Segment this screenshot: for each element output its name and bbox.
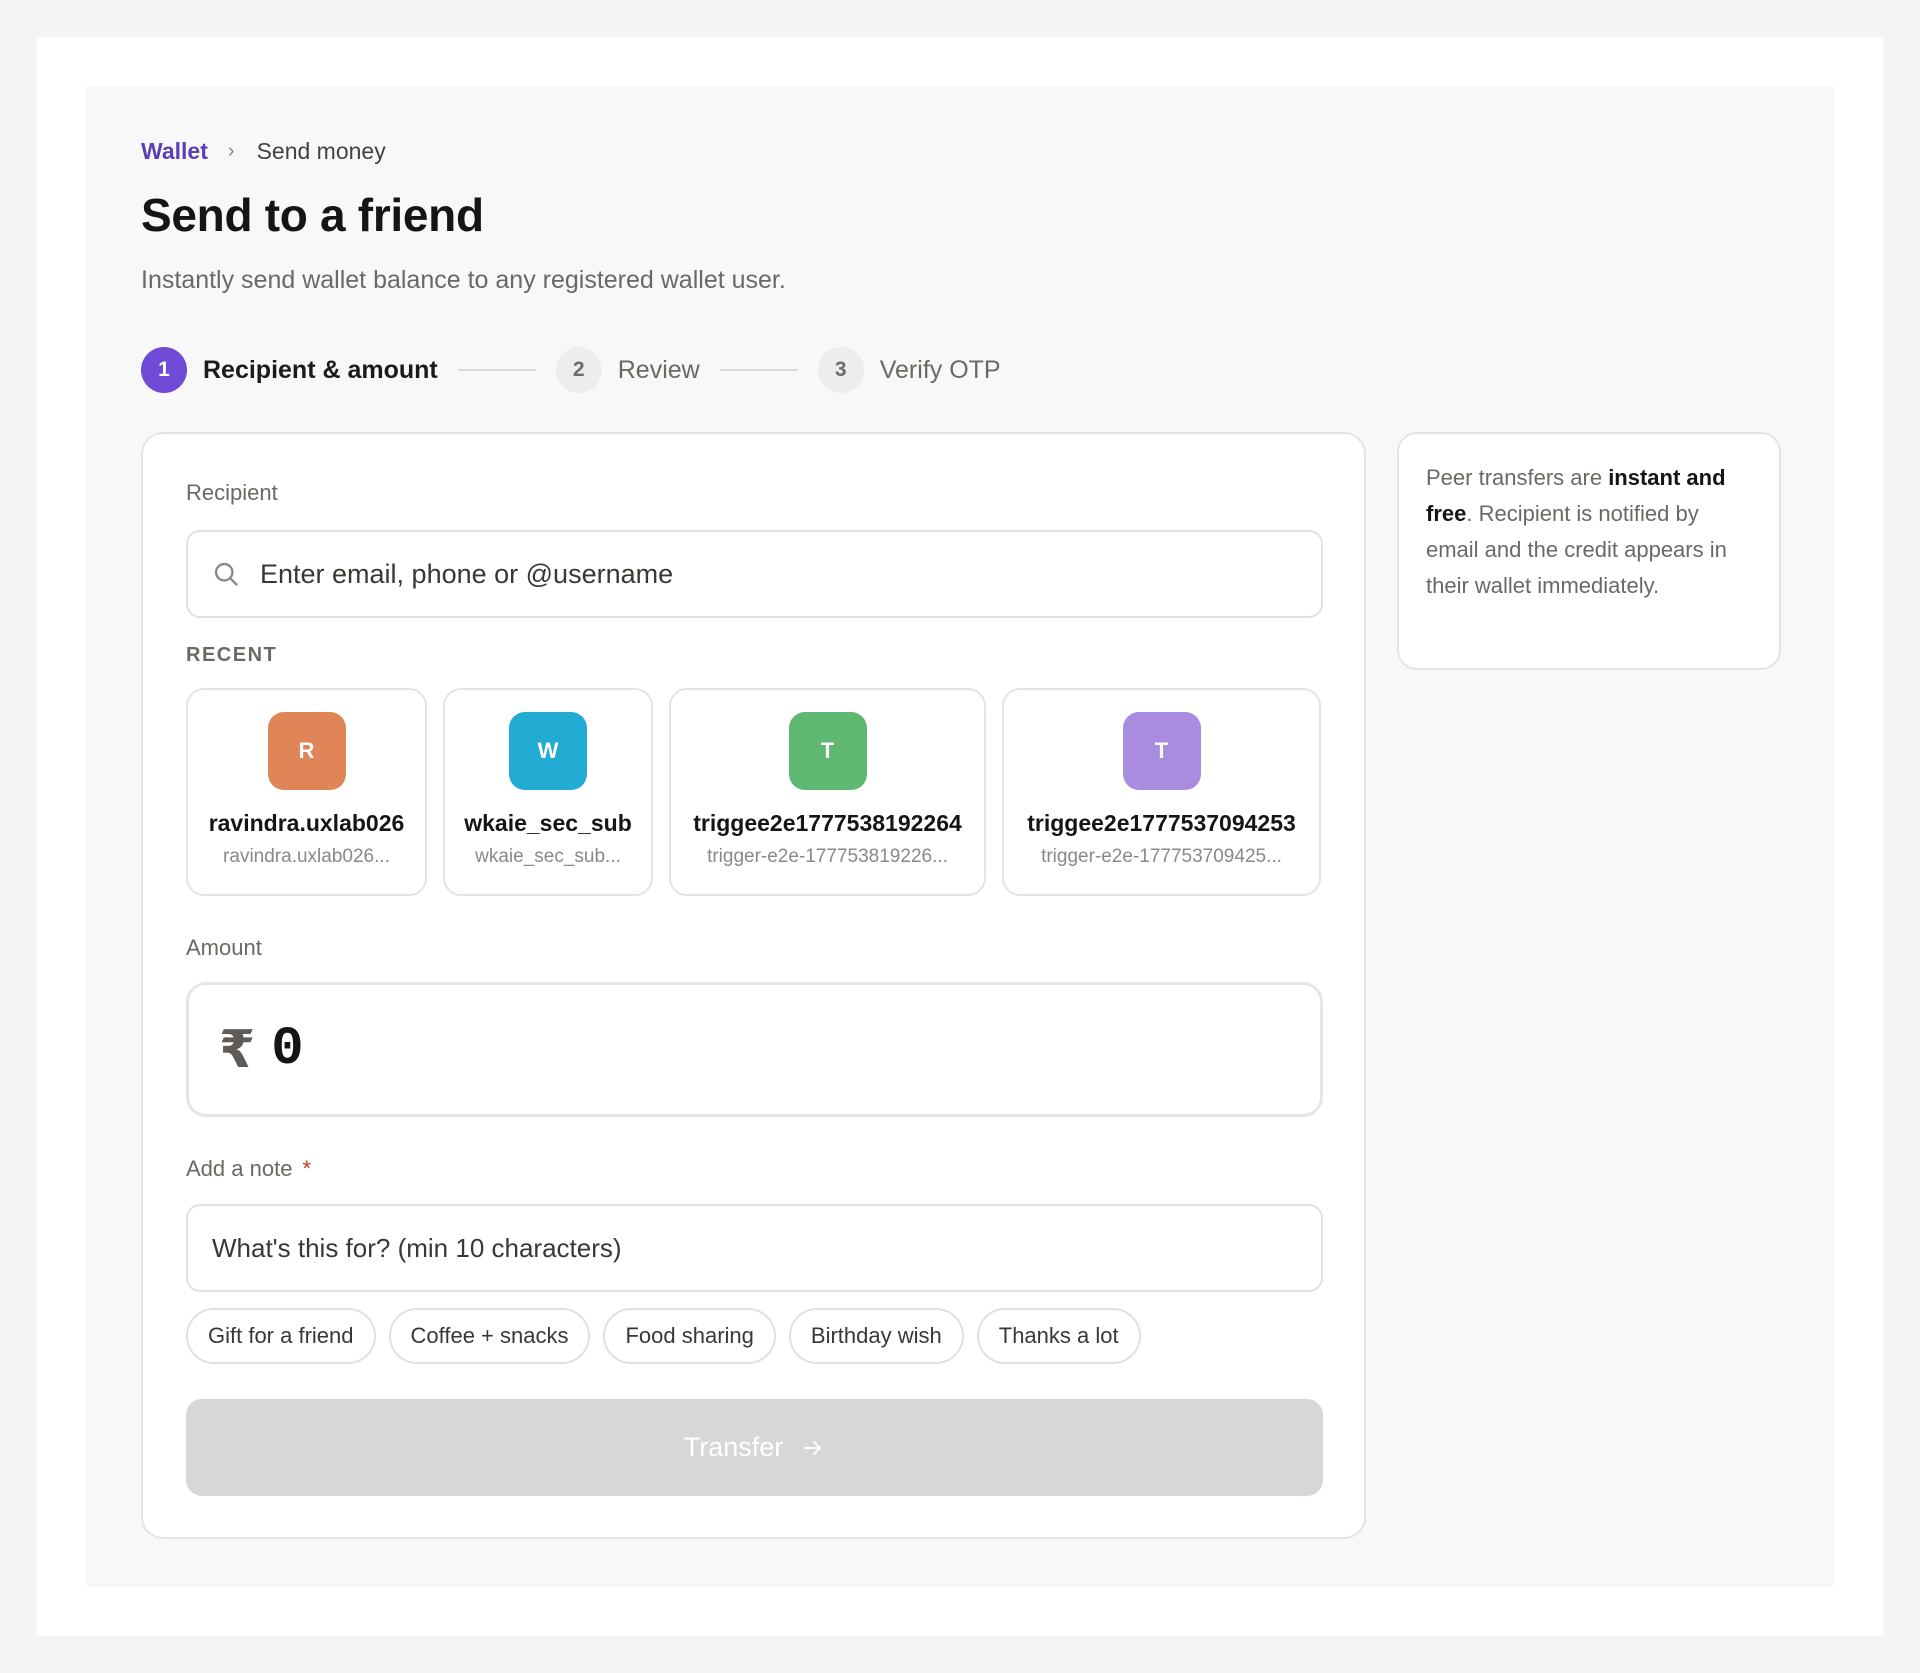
step-label: Recipient & amount [203, 355, 438, 384]
recent-recipient-handle: ravindra.uxlab026... [223, 846, 390, 867]
note-chip[interactable]: Coffee + snacks [388, 1308, 591, 1364]
transfer-button[interactable]: Transfer [186, 1399, 1323, 1496]
page-frame: Wallet › Send money Send to a friend Ins… [37, 37, 1883, 1636]
recent-recipient-card[interactable]: W wkaie_sec_sub wkaie_sec_sub... [443, 688, 653, 896]
page-title: Send to a friend [141, 189, 484, 241]
note-chip[interactable]: Food sharing [603, 1308, 776, 1364]
amount-label: Amount [186, 935, 262, 960]
breadcrumb: Wallet › Send money [141, 134, 386, 168]
recent-recipient-name: triggee2e1777538192264 [693, 810, 962, 836]
content-canvas: Wallet › Send money Send to a friend Ins… [86, 86, 1834, 1587]
avatar: R [267, 712, 346, 790]
page-subtitle: Instantly send wallet balance to any reg… [141, 266, 786, 294]
step-recipient-amount: 1 Recipient & amount [141, 347, 438, 393]
avatar: T [1122, 712, 1201, 790]
recent-recipient-name: ravindra.uxlab026 [208, 810, 405, 836]
avatar: T [788, 712, 867, 790]
transfer-form-card: Recipient RECENT R ravindra.uxlab026 rav… [141, 432, 1366, 1539]
recipient-search-input[interactable] [260, 558, 1321, 590]
recent-recipient-handle: wkaie_sec_sub... [475, 846, 621, 867]
note-label-text: Add a note [186, 1156, 293, 1181]
step-number: 2 [555, 347, 602, 393]
note-chip[interactable]: Thanks a lot [976, 1308, 1141, 1364]
arrow-right-icon [804, 1440, 822, 1455]
step-label: Verify OTP [879, 355, 1001, 384]
breadcrumb-separator: › [227, 139, 235, 162]
note-field [186, 1204, 1323, 1292]
recent-label: RECENT [186, 644, 278, 666]
breadcrumb-current: Send money [256, 137, 386, 164]
info-text-after: . Recipient is notified by email and the… [1426, 501, 1727, 598]
currency-symbol: ₹ [219, 1019, 256, 1080]
transfer-button-label: Transfer [683, 1432, 784, 1462]
avatar: W [509, 712, 587, 790]
note-suggestions: Gift for a friend Coffee + snacks Food s… [186, 1308, 1141, 1364]
step-connector [719, 369, 798, 371]
recent-recipient-card[interactable]: T triggee2e1777538192264 trigger-e2e-177… [669, 688, 986, 896]
step-number: 1 [141, 347, 187, 393]
recent-recipient-card[interactable]: R ravindra.uxlab026 ravindra.uxlab026... [186, 688, 427, 896]
note-input[interactable] [212, 1232, 1321, 1264]
recipient-label: Recipient [186, 480, 278, 505]
step-connector [457, 369, 536, 371]
required-mark: * [302, 1156, 311, 1181]
recent-recipient-handle: trigger-e2e-177753819226... [707, 846, 948, 867]
amount-value: 0 [271, 1019, 304, 1080]
step-review: 2 Review [555, 347, 700, 393]
note-label: Add a note * [186, 1156, 311, 1182]
amount-input[interactable]: ₹ 0 [186, 982, 1323, 1117]
breadcrumb-wallet-link[interactable]: Wallet [141, 138, 208, 165]
recent-recipients: R ravindra.uxlab026 ravindra.uxlab026...… [186, 688, 1321, 896]
step-number: 3 [817, 347, 864, 393]
note-chip[interactable]: Birthday wish [788, 1308, 964, 1364]
recipient-search-box [186, 530, 1323, 618]
info-card: Peer transfers are instant and free. Rec… [1397, 432, 1781, 670]
info-text-before: Peer transfers are [1426, 465, 1609, 490]
note-chip[interactable]: Gift for a friend [186, 1308, 376, 1364]
recent-recipient-handle: trigger-e2e-177753709425... [1041, 846, 1282, 867]
step-label: Review [617, 355, 700, 384]
stepper: 1 Recipient & amount 2 Review 3 Verify O… [141, 347, 1001, 393]
step-verify-otp: 3 Verify OTP [817, 347, 1001, 393]
recent-recipient-name: wkaie_sec_sub [464, 810, 632, 836]
search-icon [214, 562, 238, 586]
recent-recipient-name: triggee2e1777537094253 [1027, 810, 1296, 836]
recent-recipient-card[interactable]: T triggee2e1777537094253 trigger-e2e-177… [1002, 688, 1321, 896]
